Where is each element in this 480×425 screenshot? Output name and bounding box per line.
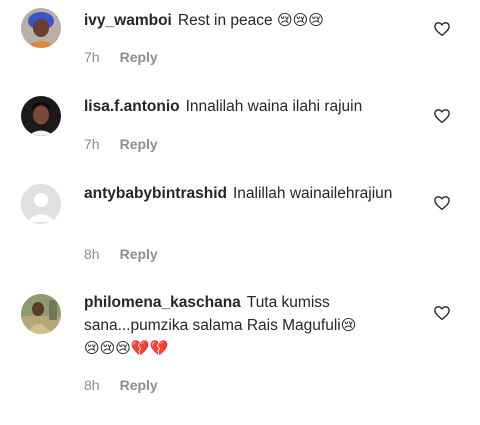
heart-outline-icon[interactable] <box>433 194 451 212</box>
comment-timestamp: 7h <box>84 49 100 65</box>
heart-outline-icon[interactable] <box>433 20 451 38</box>
user-avatar[interactable] <box>21 8 61 48</box>
user-avatar[interactable] <box>21 184 61 224</box>
comment-emojis: 😢😢😢 <box>276 11 324 29</box>
heart-outline-icon[interactable] <box>433 304 451 322</box>
comment-username[interactable]: lisa.f.antonio <box>84 98 180 115</box>
user-avatar[interactable] <box>21 294 61 334</box>
comment-timestamp: 8h <box>84 246 100 262</box>
comment-emojis: 😢 <box>340 316 357 334</box>
avatar-photo-icon <box>21 8 61 48</box>
avatar-photo-icon <box>21 294 61 334</box>
user-avatar[interactable] <box>21 96 61 136</box>
reply-button[interactable]: Reply <box>120 136 158 152</box>
comment-emojis: 😢😢😢💔💔 <box>84 339 169 357</box>
comment-text: Innalilah waina ilahi rajuin <box>185 98 363 115</box>
comment-text: Rest in peace <box>177 12 273 29</box>
comment-username[interactable]: ivy_wamboi <box>84 12 172 29</box>
reply-button[interactable]: Reply <box>120 49 158 65</box>
reply-button[interactable]: Reply <box>120 377 158 393</box>
comment-username[interactable]: philomena_kaschana <box>84 294 241 311</box>
heart-outline-icon[interactable] <box>433 107 451 125</box>
comment-timestamp: 8h <box>84 377 100 393</box>
comment-timestamp: 7h <box>84 136 100 152</box>
comment-text: Inalillah wainailehrajiun <box>232 185 393 202</box>
default-avatar-icon <box>21 184 61 224</box>
avatar-photo-icon <box>21 96 61 136</box>
comment-username[interactable]: antybabybintrashid <box>84 185 227 202</box>
reply-button[interactable]: Reply <box>120 246 158 262</box>
